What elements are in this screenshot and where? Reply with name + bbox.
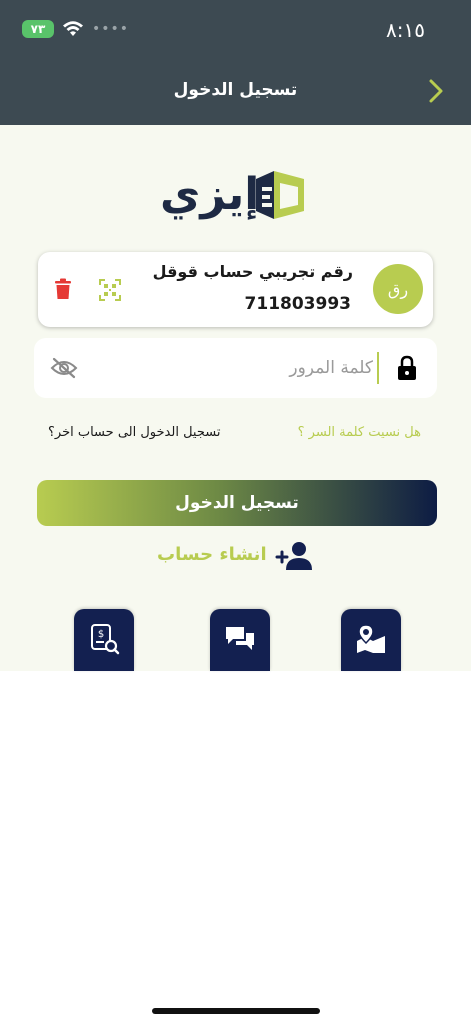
login-content: إيزي رق رقم تجريبي حساب قوقل 711803993 ه… [0,125,471,671]
app-logo: إيزي [160,165,310,225]
password-input[interactable] [99,352,379,384]
add-user-icon [275,542,312,570]
qr-code-icon[interactable] [98,278,122,302]
password-field-container [34,338,437,398]
status-bar-left: ٧٣ •••• [22,20,129,38]
map-location-tile[interactable] [341,609,401,671]
signal-dots-icon: •••• [92,21,130,37]
account-name: رقم تجريبي حساب قوقل [152,262,353,281]
back-chevron-icon[interactable] [424,76,448,106]
saved-account-card[interactable]: رق رقم تجريبي حساب قوقل 711803993 [38,252,433,327]
receipt-search-tile[interactable]: $ [74,609,134,671]
avatar: رق [373,264,423,314]
create-account-label: انشاء حساب [157,544,267,565]
svg-text:$: $ [98,629,104,640]
trash-icon[interactable] [54,278,72,300]
forgot-password-link[interactable]: هل نسيت كلمة السر ؟ [298,425,421,440]
eye-off-icon[interactable] [50,357,78,379]
app-header: ٧٣ •••• ٨:١٥ تسجيل الدخول [0,0,471,125]
login-other-account-link[interactable]: تسجيل الدخول الى حساب اخر؟ [48,425,220,440]
status-time: ٨:١٥ [386,18,425,42]
page-title: تسجيل الدخول [173,80,298,100]
logo-mark-icon [256,171,304,219]
battery-indicator: ٧٣ [22,20,54,38]
wifi-icon [63,21,83,36]
login-button[interactable]: تسجيل الدخول [37,480,437,526]
chat-icon [226,627,254,650]
map-location-icon [357,624,385,653]
chat-tile[interactable] [210,609,270,671]
logo-text: إيزي [160,169,260,220]
lock-icon [398,355,416,380]
receipt-search-icon: $ [91,624,120,655]
account-number: 711803993 [244,294,351,314]
home-indicator [152,1008,320,1014]
create-account-button[interactable]: انشاء حساب [157,540,317,576]
